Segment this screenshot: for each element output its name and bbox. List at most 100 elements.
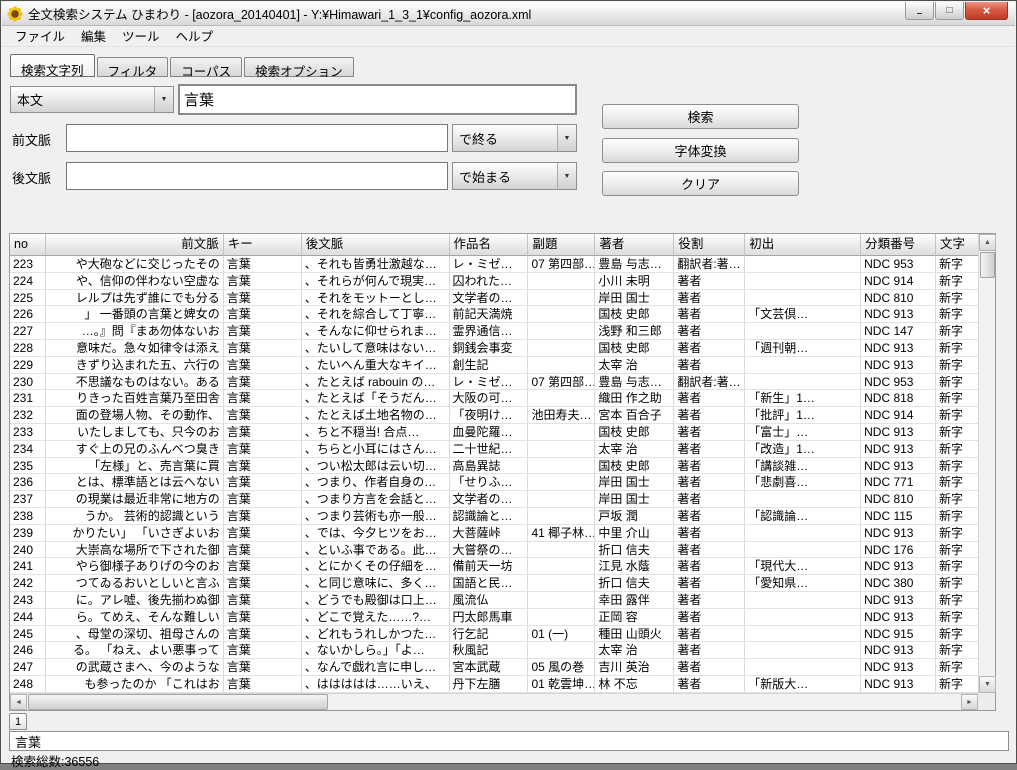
table-cell: 正岡 容 [595,609,674,626]
next-context-input[interactable] [66,162,448,190]
table-row[interactable]: 238うか。 芸術的認識という言葉、つまり芸術も亦一般…認識論と…戸坂 潤著者「… [10,508,978,525]
scroll-right-button[interactable]: ► [961,694,978,710]
column-header-5[interactable]: 副題 [528,234,595,256]
table-cell [745,642,861,659]
table-cell: 池田寿夫… [528,407,595,424]
table-cell: 言葉 [224,491,302,508]
prev-context-mode-combobox[interactable]: で終る ▼ [452,124,577,152]
column-header-0[interactable]: no [10,234,46,256]
table-row[interactable]: 230不思議なものはない。ある言葉、たとえば rabouin の…レ・ミゼ…07… [10,374,978,391]
table-cell: NDC 818 [861,390,936,407]
tab-search-string[interactable]: 検索文字列 [10,54,95,77]
tab-search-options[interactable]: 検索オプション [244,57,354,77]
minimize-button[interactable]: – [905,2,934,20]
column-header-8[interactable]: 初出 [745,234,861,256]
table-cell: 大嘗祭の… [450,542,529,559]
table-row[interactable]: 240大崇高な場所で下された御言葉、といふ事である。此…大嘗祭の…折口 信夫著者… [10,542,978,559]
query-input[interactable] [178,84,577,115]
tab-corpus[interactable]: コーパス [170,57,242,77]
search-target-combobox[interactable]: 本文 ▼ [10,86,174,113]
table-row[interactable]: 245、母堂の深切、祖母さんの言葉、どれもうれしかつた…行乞記01 (一)種田 … [10,626,978,643]
table-cell: 、それを綜合して丁寧… [302,306,450,323]
table-cell: 著者 [674,306,745,323]
table-cell: 宮本 百合子 [595,407,674,424]
table-cell: 著者 [674,525,745,542]
vertical-scroll-thumb[interactable] [980,252,995,278]
vertical-scrollbar[interactable]: ▲ ▼ [978,234,995,693]
column-header-4[interactable]: 作品名 [450,234,529,256]
table-row[interactable]: 244ら。てめえ、そんな難しい言葉、どこで覚えた……?…円太郎馬車正岡 容著者N… [10,609,978,626]
table-cell: 著者 [674,474,745,491]
table-row[interactable]: 241やら御様子ありげの今のお言葉、とにかくその仔細を…備前天一坊江見 水蔭著者… [10,558,978,575]
table-row[interactable]: 231りきった百姓言葉乃至田舎言葉、たとえば「そうだん…大阪の可…織田 作之助著… [10,390,978,407]
menu-help[interactable]: ヘルプ [168,24,222,48]
scroll-left-button[interactable]: ◄ [10,694,27,710]
close-button[interactable]: × [965,2,1008,20]
table-cell: 234 [10,441,46,458]
table-row[interactable]: 236とは、標準語とは云へない言葉、つまり、作者自身の…「せりふ…岸田 国士著者… [10,474,978,491]
table-cell: レ・ミゼ… [450,374,529,391]
table-row[interactable]: 248も参ったのか 「これはお言葉、ははははは……いえ、丹下左膳01 乾雲坤…林… [10,676,978,693]
table-row[interactable]: 232面の登場人物、その動作、言葉、たとえば土地名物の…「夜明け…池田寿夫…宮本… [10,407,978,424]
search-button[interactable]: 検索 [602,104,799,129]
column-header-6[interactable]: 著者 [595,234,674,256]
table-cell: 新字 [936,525,978,542]
table-cell: 245 [10,626,46,643]
table-row[interactable]: 235「左様」と、売言葉に買言葉、つい松太郎は云い切…高島異誌国枝 史郎著者「講… [10,458,978,475]
title-bar[interactable]: 全文検索システム ひまわり - [aozora_20140401] - Y:¥H… [2,2,1015,26]
table-cell: 太宰 治 [595,357,674,374]
table-row[interactable]: 225レルプは先ず誰にでも分る言葉、それをモットーとし…文学者の…岸田 国士著者… [10,290,978,307]
glyph-convert-button[interactable]: 字体変換 [602,138,799,163]
table-row[interactable]: 237の現業は最近非常に地方の言葉、つまり方言を会話と…文学者の…岸田 国士著者… [10,491,978,508]
column-header-1[interactable]: 前文脈 [46,234,224,256]
table-row[interactable]: 242つてゐるおいとしいと言ふ言葉、と同じ意味に、多く…国語と民…折口 信夫著者… [10,575,978,592]
menu-edit[interactable]: 編集 [73,24,114,48]
table-row[interactable]: 247の武蔵さまへ、今のような言葉、なんで戯れ言に申し…宮本武蔵05 風の巻吉川… [10,659,978,676]
table-cell: 、なんで戯れ言に申し… [302,659,450,676]
clear-button[interactable]: クリア [602,171,799,196]
table-cell: 著者 [674,575,745,592]
result-page-tab[interactable]: 1 [9,713,27,730]
column-header-2[interactable]: キー [224,234,302,256]
maximize-button[interactable]: □ [935,2,964,20]
prev-context-input[interactable] [66,124,448,152]
scroll-down-button[interactable]: ▼ [979,676,996,693]
table-row[interactable]: 233いたしましても、只今のお言葉、ちと不穏当! 合点…血曼陀羅…国枝 史郎著者… [10,424,978,441]
table-row[interactable]: 243に。アレ嘘、後先揃わぬ御言葉、どうでも殿御は口上…風流仏幸田 露伴著者ND… [10,592,978,609]
table-cell: 言葉 [224,290,302,307]
horizontal-scrollbar[interactable]: ◄ ► [10,693,978,710]
next-context-mode-combobox[interactable]: で始まる ▼ [452,162,577,190]
prev-context-mode-value: で終る [453,129,557,148]
table-row[interactable]: 228意味だ。急々如律令は添え言葉、たいして意味はない…銅銭会事変国枝 史郎著者… [10,340,978,357]
table-cell: とは、標準語とは云へない [46,474,224,491]
table-cell: 新字 [936,626,978,643]
column-header-3[interactable]: 後文脈 [302,234,450,256]
table-row[interactable]: 227…。』問『まあ勿体ないお言葉、そんなに仰せられま…霊界通信…浅野 和三郎著… [10,323,978,340]
tab-filter[interactable]: フィルタ [97,57,169,77]
table-row[interactable]: 223や大砲などに交じったその言葉、それも皆勇壮激越な…レ・ミゼ…07 第四部…… [10,256,978,273]
table-row[interactable]: 226」 一番頭の言葉と婢女の言葉、それを綜合して丁寧…前記天満焼国枝 史郎著者… [10,306,978,323]
column-header-9[interactable]: 分類番号 [861,234,936,256]
menu-tools[interactable]: ツール [114,24,168,48]
table-row[interactable]: 246る。 「ねえ、よい悪事って言葉、ないかしら。」「よ…秋風記太宰 治著者ND… [10,642,978,659]
table-row[interactable]: 229きずり込まれた五、六行の言葉、たいへん重大なキイ…創生記太宰 治著者NDC… [10,357,978,374]
horizontal-scroll-thumb[interactable] [28,694,328,710]
table-cell: 244 [10,609,46,626]
table-cell: 言葉 [224,323,302,340]
selected-key-field[interactable] [9,731,1009,751]
table-cell: つてゐるおいとしいと言ふ [46,575,224,592]
scroll-up-icon: ▲ [984,239,991,246]
table-cell: NDC 914 [861,407,936,424]
menu-file[interactable]: ファイル [7,24,73,48]
table-row[interactable]: 224や、信仰の伴わない空虚な言葉、それらが何んで現実…囚われた…小川 未明著者… [10,273,978,290]
column-header-10[interactable]: 文字 [936,234,978,256]
table-cell: 228 [10,340,46,357]
scroll-up-button[interactable]: ▲ [979,234,996,251]
table-row[interactable]: 234すぐ上の兄のふんべつ臭き言葉、ちらと小耳にはさん…二十世紀…太宰 治著者「… [10,441,978,458]
table-row[interactable]: 239かりたい」 「いさぎよいお言葉、では、今夕ヒツをお…大菩薩峠41 椰子林…… [10,525,978,542]
table-cell: 新字 [936,273,978,290]
prev-context-label: 前文脈 [12,130,51,149]
table-cell: 233 [10,424,46,441]
column-header-7[interactable]: 役割 [674,234,745,256]
app-window: 全文検索システム ひまわり - [aozora_20140401] - Y:¥H… [0,0,1017,764]
